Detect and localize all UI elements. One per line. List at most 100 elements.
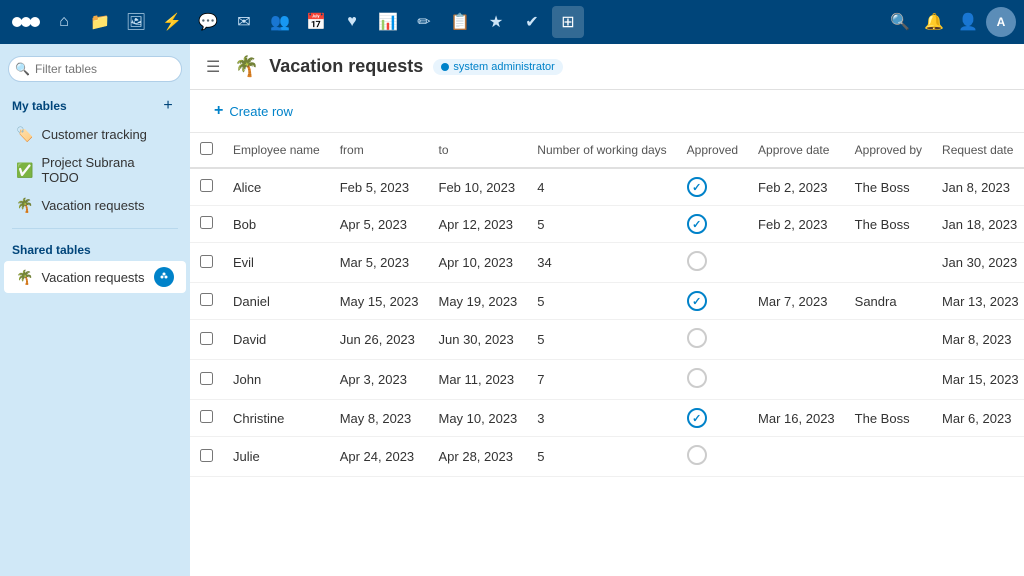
nav-talk-icon[interactable]: 💬	[192, 6, 224, 38]
admin-badge-dot	[441, 63, 449, 71]
nav-activity-icon[interactable]: ⚡	[156, 6, 188, 38]
row-approve-date	[748, 360, 845, 400]
table-container: Employee name from to Number of working …	[190, 133, 1024, 576]
content-area: ☰ 🌴 Vacation requests system administrat…	[190, 44, 1024, 576]
row-approved-by: The Boss	[845, 168, 932, 206]
row-working-days: 5	[527, 283, 676, 320]
table-row: Alice Feb 5, 2023 Feb 10, 2023 4 Feb 2, …	[190, 168, 1024, 206]
search-icon[interactable]: 🔍	[884, 6, 916, 38]
row-request-date: Mar 15, 2023	[932, 360, 1024, 400]
contacts-header-icon[interactable]: 👤	[952, 6, 984, 38]
row-approved	[677, 400, 748, 437]
row-to: May 10, 2023	[429, 400, 528, 437]
row-approved	[677, 206, 748, 243]
approved-indicator	[687, 368, 707, 388]
row-from: Apr 5, 2023	[330, 206, 429, 243]
row-checkbox[interactable]	[200, 216, 213, 229]
approved-indicator	[687, 291, 707, 311]
row-working-days: 5	[527, 206, 676, 243]
row-checkbox[interactable]	[200, 293, 213, 306]
col-header-approve-date: Approve date	[748, 133, 845, 168]
nav-home-icon[interactable]: ⌂	[48, 6, 80, 38]
row-request-date: Jan 18, 2023	[932, 206, 1024, 243]
row-approved	[677, 243, 748, 283]
row-checkbox[interactable]	[200, 410, 213, 423]
row-to: Mar 11, 2023	[429, 360, 528, 400]
filter-tables-input[interactable]	[8, 56, 182, 82]
vacation-table: Employee name from to Number of working …	[190, 133, 1024, 477]
row-checkbox-cell	[190, 206, 223, 243]
nav-tasks-icon[interactable]: 📋	[444, 6, 476, 38]
notifications-icon[interactable]: 🔔	[918, 6, 950, 38]
row-approve-date: Mar 7, 2023	[748, 283, 845, 320]
nav-photos-icon[interactable]: 🖼	[120, 6, 152, 38]
row-employee-name: Julie	[223, 437, 330, 477]
row-checkbox[interactable]	[200, 372, 213, 385]
row-approved-by	[845, 360, 932, 400]
row-checkbox[interactable]	[200, 179, 213, 192]
row-request-date: Jan 30, 2023	[932, 243, 1024, 283]
row-from: Apr 3, 2023	[330, 360, 429, 400]
approved-indicator	[687, 214, 707, 234]
row-from: May 15, 2023	[330, 283, 429, 320]
col-header-approved-by: Approved by	[845, 133, 932, 168]
project-subrana-icon: ✅	[16, 162, 33, 179]
nav-contacts-icon[interactable]: 👥	[264, 6, 296, 38]
nav-mail-icon[interactable]: ✉	[228, 6, 260, 38]
row-checkbox[interactable]	[200, 449, 213, 462]
app-logo[interactable]	[8, 4, 44, 40]
row-approved	[677, 360, 748, 400]
nav-edit-icon[interactable]: ✏	[408, 6, 440, 38]
sidebar-item-vacation-requests-mine[interactable]: 🌴 Vacation requests	[4, 191, 186, 220]
row-from: Mar 5, 2023	[330, 243, 429, 283]
table-toolbar: + Create row	[190, 90, 1024, 133]
nav-bookmarks-icon[interactable]: ★	[480, 6, 512, 38]
row-to: Apr 12, 2023	[429, 206, 528, 243]
vacation-requests-shared-label: Vacation requests	[41, 270, 146, 285]
approved-indicator	[687, 328, 707, 348]
row-approve-date	[748, 320, 845, 360]
row-request-date: Jan 8, 2023	[932, 168, 1024, 206]
row-checkbox-cell	[190, 400, 223, 437]
sidebar-item-vacation-requests-shared[interactable]: 🌴 Vacation requests	[4, 261, 186, 293]
nav-checkmark-icon[interactable]: ✔	[516, 6, 548, 38]
row-approved	[677, 283, 748, 320]
approved-indicator	[687, 251, 707, 271]
row-approve-date	[748, 437, 845, 477]
col-header-check	[190, 133, 223, 168]
table-row: Daniel May 15, 2023 May 19, 2023 5 Mar 7…	[190, 283, 1024, 320]
nav-charts-icon[interactable]: 📊	[372, 6, 404, 38]
create-row-button[interactable]: + Create row	[206, 98, 301, 124]
row-employee-name: David	[223, 320, 330, 360]
nav-tables-icon[interactable]: ⊞	[552, 6, 584, 38]
select-all-checkbox[interactable]	[200, 142, 213, 155]
row-working-days: 7	[527, 360, 676, 400]
sidebar-item-customer-tracking[interactable]: 🏷️ Customer tracking	[4, 120, 186, 149]
menu-toggle-icon[interactable]: ☰	[206, 57, 220, 77]
row-checkbox[interactable]	[200, 332, 213, 345]
table-row: Bob Apr 5, 2023 Apr 12, 2023 5 Feb 2, 20…	[190, 206, 1024, 243]
vacation-requests-mine-icon: 🌴	[16, 197, 33, 214]
user-avatar[interactable]: A	[986, 7, 1016, 37]
shared-tables-label: Shared tables	[12, 243, 91, 257]
sidebar: 🔍 My tables + 🏷️ Customer tracking ✅ Pro…	[0, 44, 190, 576]
project-subrana-label: Project Subrana TODO	[41, 155, 174, 185]
nav-calendar-icon[interactable]: 📅	[300, 6, 332, 38]
approved-indicator	[687, 177, 707, 197]
table-row: Christine May 8, 2023 May 10, 2023 3 Mar…	[190, 400, 1024, 437]
add-table-button[interactable]: +	[158, 96, 178, 116]
row-approved-by: Sandra	[845, 283, 932, 320]
approved-indicator	[687, 408, 707, 428]
nav-heart-icon[interactable]: ♥	[336, 6, 368, 38]
row-working-days: 34	[527, 243, 676, 283]
row-to: Apr 28, 2023	[429, 437, 528, 477]
table-header-row: Employee name from to Number of working …	[190, 133, 1024, 168]
row-from: Feb 5, 2023	[330, 168, 429, 206]
nav-files-icon[interactable]: 📁	[84, 6, 116, 38]
sidebar-item-project-subrana[interactable]: ✅ Project Subrana TODO	[4, 149, 186, 191]
row-checkbox[interactable]	[200, 255, 213, 268]
row-approved-by: The Boss	[845, 206, 932, 243]
sidebar-divider	[12, 228, 178, 229]
row-employee-name: Alice	[223, 168, 330, 206]
col-header-working-days: Number of working days	[527, 133, 676, 168]
